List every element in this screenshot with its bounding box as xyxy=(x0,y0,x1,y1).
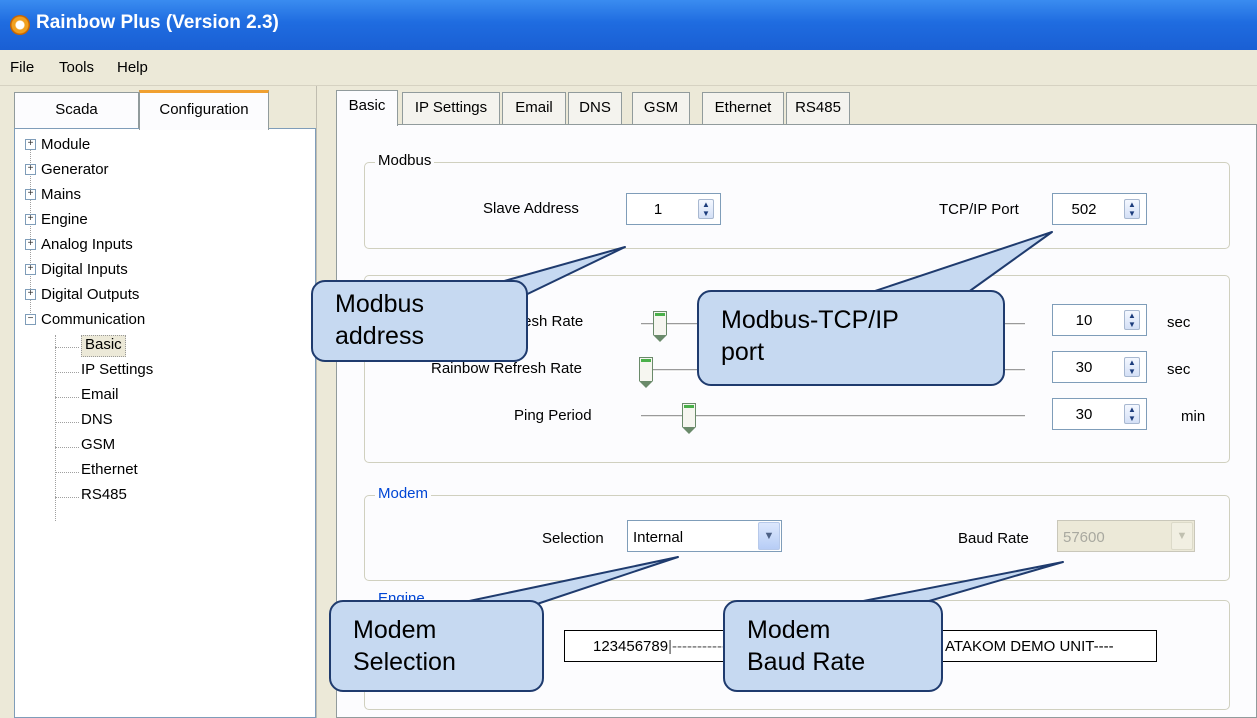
tree-node-label: Digital Inputs xyxy=(41,261,128,278)
expand-icon[interactable]: + xyxy=(25,189,36,200)
callout-modem-baud-rate: Modem Baud Rate xyxy=(723,600,943,692)
modem-legend: Modem xyxy=(375,485,432,502)
modem-selection-dropdown[interactable]: Internal ▼ xyxy=(627,520,782,552)
rainbow-refresh-spinner[interactable]: 30 ▲ ▼ xyxy=(1052,351,1147,383)
tree-node-label: Mains xyxy=(41,186,82,203)
engine-serial-value: 123456789 xyxy=(593,638,669,655)
slave-address-value: 1 xyxy=(653,201,663,218)
callout-line: address xyxy=(335,322,424,350)
window-title: Rainbow Plus (Version 2.3) xyxy=(36,12,279,33)
modem-selection-value: Internal xyxy=(633,529,684,546)
spin-arrows-icon[interactable]: ▲ ▼ xyxy=(1124,310,1140,330)
engine-name-value: ATAKOM DEMO UNIT---- xyxy=(945,638,1114,655)
title-bar: Rainbow Plus (Version 2.3) xyxy=(0,0,1257,50)
menu-bar: File Tools Help xyxy=(0,50,1257,86)
tree-node-label: Generator xyxy=(41,161,109,178)
callout-line: Modem xyxy=(747,616,831,644)
expand-icon[interactable]: + xyxy=(25,239,36,250)
callout-line: Baud Rate xyxy=(747,648,866,676)
tab-rs485[interactable]: RS485 xyxy=(786,92,850,124)
expand-icon[interactable]: + xyxy=(25,289,36,300)
ping-period-unit: min xyxy=(1181,408,1206,425)
baud-rate-dropdown: 57600 ▼ xyxy=(1057,520,1195,552)
callout-line: Selection xyxy=(353,648,456,676)
tree-leaf-dns[interactable]: DNS xyxy=(81,411,113,433)
slave-address-label: Slave Address xyxy=(483,200,579,217)
callout-line: Modem xyxy=(353,616,437,644)
engine-name-field[interactable]: ATAKOM DEMO UNIT---- xyxy=(929,630,1157,662)
ping-period-spinner[interactable]: 30 ▲ ▼ xyxy=(1052,398,1147,430)
ping-period-slider-track[interactable] xyxy=(641,415,1025,418)
collapse-icon[interactable]: − xyxy=(25,314,36,325)
menu-tools[interactable]: Tools xyxy=(59,59,94,76)
baud-rate-value: 57600 xyxy=(1063,529,1105,546)
tab-gsm[interactable]: GSM xyxy=(632,92,690,124)
tree-node-label: Module xyxy=(41,136,91,153)
ping-period-value: 30 xyxy=(1075,406,1093,423)
config-tree: + Module + Generator + Mains + Engine + … xyxy=(14,128,316,718)
tree-leaf-gsm[interactable]: GSM xyxy=(81,436,115,458)
rainbow-refresh-rate-label: Rainbow Refresh Rate xyxy=(431,360,582,377)
tab-email[interactable]: Email xyxy=(502,92,566,124)
tree-leaf-ip-settings[interactable]: IP Settings xyxy=(81,361,153,383)
tree-leaf-rs485[interactable]: RS485 xyxy=(81,486,127,508)
tab-ethernet[interactable]: Ethernet xyxy=(702,92,784,124)
refresh-rate-value: 10 xyxy=(1075,312,1093,329)
left-panel: Scada Configuration + Module + Generator… xyxy=(0,86,322,718)
tree-node-label: Digital Outputs xyxy=(41,286,140,303)
callout-modbus-address: Modbus address xyxy=(311,280,528,362)
callout-modem-selection: Modem Selection xyxy=(329,600,544,692)
callout-line: Modbus-TCP/IP xyxy=(721,306,899,334)
tab-ip-settings[interactable]: IP Settings xyxy=(402,92,500,124)
expand-icon[interactable]: + xyxy=(25,214,36,225)
refresh-rate-slider-thumb[interactable] xyxy=(653,311,667,342)
chevron-down-icon[interactable]: ▼ xyxy=(758,522,780,550)
modbus-legend: Modbus xyxy=(375,152,435,169)
rainbow-refresh-unit: sec xyxy=(1167,361,1191,378)
tree-node-label: Communication xyxy=(41,311,146,328)
tab-scada[interactable]: Scada xyxy=(14,92,139,128)
tab-dns[interactable]: DNS xyxy=(568,92,622,124)
slave-address-spinner[interactable]: 1 ▲ ▼ xyxy=(626,193,721,225)
callout-modbus-tcp-port: Modbus-TCP/IP port xyxy=(697,290,1005,386)
expand-icon[interactable]: + xyxy=(25,164,36,175)
refresh-rate-unit: sec xyxy=(1167,314,1191,331)
tree-leaf-ethernet[interactable]: Ethernet xyxy=(81,461,138,483)
callout-line: port xyxy=(721,338,765,366)
tab-configuration[interactable]: Configuration xyxy=(139,90,269,130)
rainbow-refresh-value: 30 xyxy=(1075,359,1093,376)
ping-period-label: Ping Period xyxy=(514,407,592,424)
tcp-port-spinner[interactable]: 502 ▲ ▼ xyxy=(1052,193,1147,225)
tree-node-label: Analog Inputs xyxy=(41,236,133,253)
tree-node-label: Engine xyxy=(41,211,88,228)
engine-serial-field[interactable]: 123456789|------------ xyxy=(564,630,726,662)
app-icon xyxy=(10,15,30,35)
tcp-port-value: 502 xyxy=(1071,201,1097,218)
spin-arrows-icon[interactable]: ▲ ▼ xyxy=(698,199,714,219)
expand-icon[interactable]: + xyxy=(25,139,36,150)
menu-help[interactable]: Help xyxy=(117,59,148,76)
expand-icon[interactable]: + xyxy=(25,264,36,275)
spin-arrows-icon[interactable]: ▲ ▼ xyxy=(1124,404,1140,424)
panel-splitter[interactable] xyxy=(316,86,330,718)
tree-leaf-email[interactable]: Email xyxy=(81,386,119,408)
ping-period-slider-thumb[interactable] xyxy=(682,403,696,434)
chevron-down-icon: ▼ xyxy=(1171,522,1193,550)
spin-arrows-icon[interactable]: ▲ ▼ xyxy=(1124,357,1140,377)
modem-selection-label: Selection xyxy=(542,530,604,547)
callout-line: Modbus xyxy=(335,290,424,318)
spin-arrows-icon[interactable]: ▲ ▼ xyxy=(1124,199,1140,219)
menu-file[interactable]: File xyxy=(10,59,34,76)
refresh-rate-spinner[interactable]: 10 ▲ ▼ xyxy=(1052,304,1147,336)
baud-rate-label: Baud Rate xyxy=(958,530,1029,547)
rainbow-refresh-slider-thumb[interactable] xyxy=(639,357,653,388)
tree-leaf-basic[interactable]: Basic xyxy=(81,335,126,357)
tab-basic[interactable]: Basic xyxy=(336,90,398,126)
tcp-port-label: TCP/IP Port xyxy=(939,201,1019,218)
